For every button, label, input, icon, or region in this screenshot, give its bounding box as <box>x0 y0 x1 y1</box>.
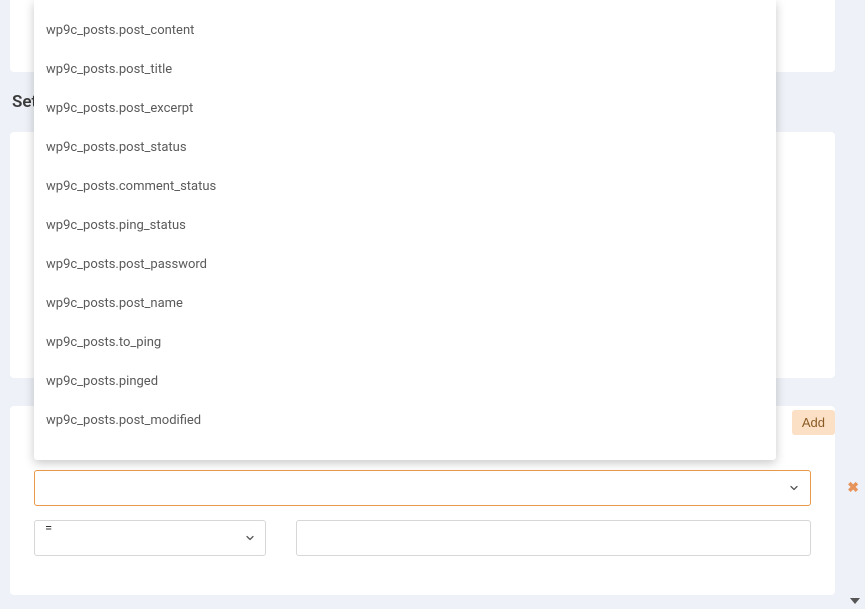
value-input[interactable] <box>296 520 811 556</box>
caret-down-icon <box>850 596 860 606</box>
operator-select[interactable]: = <box>34 520 266 556</box>
dropdown-item[interactable]: wp9c_posts.post_status <box>34 128 776 167</box>
dropdown-item[interactable]: wp9c_posts.post_name <box>34 284 776 323</box>
add-button[interactable]: Add <box>792 410 835 435</box>
dropdown-item[interactable]: wp9c_posts.post_password <box>34 245 776 284</box>
operator-select-wrap: = <box>34 520 266 556</box>
dropdown-item[interactable]: wp9c_posts.to_ping <box>34 323 776 362</box>
dropdown-item[interactable]: wp9c_posts.post_date_gmt <box>34 0 776 11</box>
dropdown-item[interactable]: wp9c_posts.ping_status <box>34 206 776 245</box>
chevron-down-icon <box>788 482 800 494</box>
dropdown-overflow-spacer <box>34 440 776 460</box>
field-dropdown: wp9c_posts.post_date_gmtwp9c_posts.post_… <box>34 0 776 460</box>
dropdown-item[interactable]: wp9c_posts.post_title <box>34 50 776 89</box>
dropdown-item[interactable]: wp9c_posts.post_content <box>34 11 776 50</box>
dropdown-item[interactable]: wp9c_posts.post_excerpt <box>34 89 776 128</box>
field-combobox[interactable] <box>34 470 811 506</box>
condition-row: = <box>34 520 811 556</box>
field-dropdown-scroll[interactable]: wp9c_posts.post_date_gmtwp9c_posts.post_… <box>34 0 776 460</box>
operator-select-value: = <box>45 521 52 536</box>
dropdown-item[interactable]: wp9c_posts.comment_status <box>34 167 776 206</box>
dropdown-item[interactable]: wp9c_posts.pinged <box>34 362 776 401</box>
dropdown-item[interactable]: wp9c_posts.post_modified <box>34 401 776 440</box>
remove-condition-button[interactable]: ✖ <box>847 480 859 496</box>
